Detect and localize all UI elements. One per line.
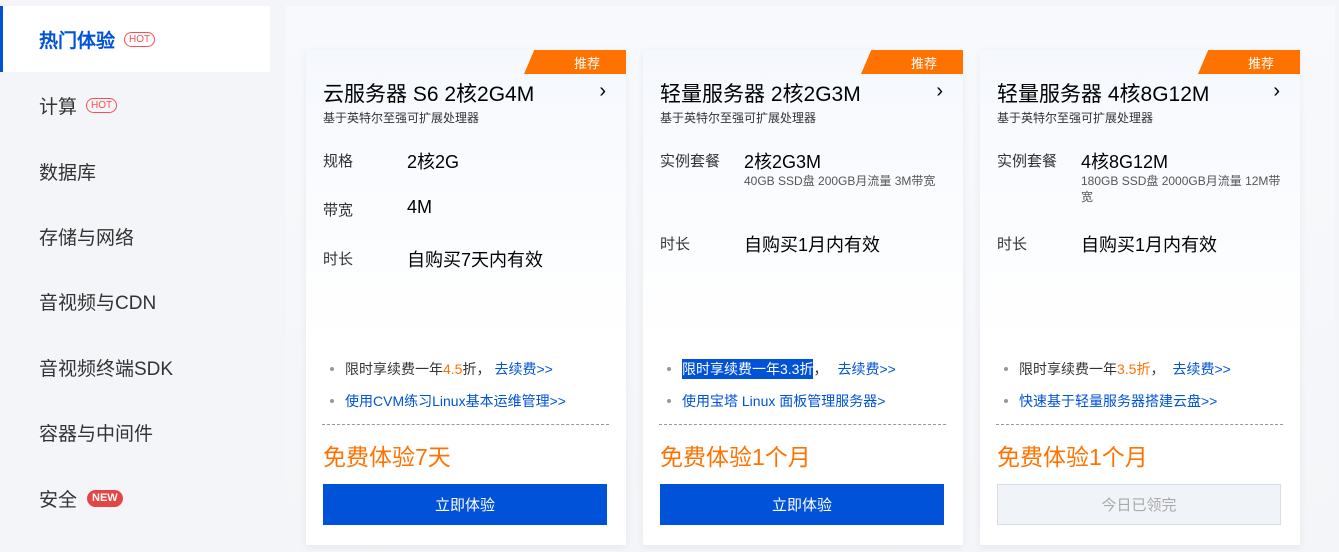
category-sidebar: 热门体验 HOT 计算 HOT 数据库 存储与网络 音视频与CDN 音视频终端S…	[0, 0, 270, 552]
spec-label: 时长	[660, 236, 691, 253]
spec-value: 4核8G12M	[1081, 152, 1169, 172]
sidebar-item-label: 计算	[39, 96, 78, 118]
sidebar-item-hot-trial[interactable]: 热门体验 HOT	[0, 6, 270, 72]
sidebar-item-container-middleware[interactable]: 容器与中间件	[0, 399, 270, 465]
card-title: 云服务器 S6 2核2G4M	[323, 83, 535, 106]
card-title: 轻量服务器 2核2G3M	[660, 83, 861, 106]
spec-value: 4M	[407, 197, 433, 217]
offer-suffix: ，	[813, 361, 828, 377]
recommend-ribbon: 推荐	[1198, 50, 1300, 74]
bullet-dot	[667, 399, 671, 403]
card-subtitle: 基于英特尔至强可扩展处理器	[323, 111, 480, 125]
chevron-right-icon[interactable]: ›	[599, 80, 606, 103]
offer-text: 限时享续费一年3.3折	[682, 359, 814, 379]
guide-item: 使用CVM练习Linux基本运维管理>>	[330, 391, 566, 411]
renew-link[interactable]: 去续费>>	[494, 359, 552, 379]
card-subtitle: 基于英特尔至强可扩展处理器	[660, 111, 817, 125]
sidebar-item-label: 音视频终端SDK	[39, 358, 174, 380]
renewal-offer: 限时享续费一年 4.5 折， 去续费>>	[330, 359, 553, 379]
sidebar-item-av-cdn[interactable]: 音视频与CDN	[0, 268, 270, 334]
product-card-lighthouse-4c8g: 推荐 轻量服务器 4核8G12M › 基于英特尔至强可扩展处理器 实例套餐 4核…	[980, 50, 1300, 545]
offer-suffix: ，	[1150, 361, 1165, 377]
recommend-ribbon: 推荐	[861, 50, 963, 74]
bullet-dot	[330, 367, 334, 371]
guide-link[interactable]: 使用宝塔 Linux 面板管理服务器>	[682, 391, 885, 411]
offer-suffix: 折，	[462, 361, 491, 377]
sidebar-item-storage-network[interactable]: 存储与网络	[0, 203, 270, 269]
product-panel: 推荐 云服务器 S6 2核2G4M › 基于英特尔至强可扩展处理器 规格 2核2…	[286, 6, 1335, 552]
sold-out-button[interactable]: 今日已领完	[997, 484, 1281, 525]
spec-value: 2核2G3M	[744, 152, 822, 172]
hot-badge: HOT	[124, 31, 156, 47]
spec-label: 时长	[997, 236, 1028, 253]
spec-label: 实例套餐	[997, 153, 1058, 170]
spec-value: 自购买1月内有效	[1081, 235, 1218, 255]
spec-label: 实例套餐	[660, 153, 721, 170]
product-card-lighthouse-2c2g: 推荐 轻量服务器 2核2G3M › 基于英特尔至强可扩展处理器 实例套餐 2核2…	[643, 50, 963, 545]
spec-value: 自购买7天内有效	[407, 250, 544, 270]
offer-text: 限时享续费一年	[1019, 361, 1117, 377]
bullet-dot	[330, 399, 334, 403]
spec-value: 2核2G	[407, 152, 460, 172]
new-badge: NEW	[87, 489, 123, 507]
dashed-divider	[996, 424, 1283, 425]
sidebar-item-label: 安全	[39, 489, 78, 511]
card-subtitle: 基于英特尔至强可扩展处理器	[997, 111, 1154, 125]
offer-price: 4.5	[443, 361, 463, 377]
dashed-divider	[322, 424, 609, 425]
renew-link[interactable]: 去续费>>	[837, 359, 895, 379]
renewal-offer: 限时享续费一年 3.5折 ， 去续费>>	[1004, 359, 1231, 379]
spec-note: 180GB SSD盘 2000GB月流量 12M带宽	[1081, 174, 1281, 204]
sidebar-item-label: 热门体验	[39, 30, 116, 52]
recommend-ribbon: 推荐	[524, 50, 626, 74]
free-trial-label: 免费体验7天	[323, 444, 451, 470]
sidebar-item-compute[interactable]: 计算 HOT	[0, 72, 270, 138]
product-card-cvm-s6: 推荐 云服务器 S6 2核2G4M › 基于英特尔至强可扩展处理器 规格 2核2…	[306, 50, 626, 545]
renewal-offer: 限时享续费一年3.3折 ， 去续费>>	[667, 359, 896, 379]
chevron-right-icon[interactable]: ›	[1273, 80, 1280, 103]
spec-label: 时长	[323, 251, 354, 268]
bullet-dot	[1004, 399, 1008, 403]
try-now-button[interactable]: 立即体验	[660, 484, 944, 525]
sidebar-item-label: 数据库	[39, 162, 97, 184]
free-trial-label: 免费体验1个月	[997, 444, 1148, 470]
sidebar-item-av-sdk[interactable]: 音视频终端SDK	[0, 334, 270, 400]
sidebar-item-label: 容器与中间件	[39, 423, 154, 445]
free-trial-label: 免费体验1个月	[660, 444, 811, 470]
sidebar-item-label: 存储与网络	[39, 227, 135, 249]
renew-link[interactable]: 去续费>>	[1172, 359, 1230, 379]
dashed-divider	[659, 424, 946, 425]
sidebar-item-database[interactable]: 数据库	[0, 138, 270, 204]
try-now-button[interactable]: 立即体验	[323, 484, 607, 525]
card-title: 轻量服务器 4核8G12M	[997, 83, 1210, 106]
spec-note: 40GB SSD盘 200GB月流量 3M带宽	[744, 174, 936, 188]
spec-label: 带宽	[323, 202, 354, 219]
guide-item: 使用宝塔 Linux 面板管理服务器>	[667, 391, 885, 411]
sidebar-item-label: 音视频与CDN	[39, 292, 157, 314]
hot-badge: HOT	[86, 97, 118, 113]
guide-link[interactable]: 使用CVM练习Linux基本运维管理>>	[345, 391, 566, 411]
main-content: 推荐 云服务器 S6 2核2G4M › 基于英特尔至强可扩展处理器 规格 2核2…	[270, 0, 1339, 552]
offer-text: 限时享续费一年	[345, 361, 443, 377]
guide-item: 快速基于轻量服务器搭建云盘>>	[1004, 391, 1217, 411]
spec-label: 规格	[323, 153, 354, 170]
spec-value: 自购买1月内有效	[744, 235, 881, 255]
guide-link[interactable]: 快速基于轻量服务器搭建云盘>>	[1019, 391, 1217, 411]
bullet-dot	[667, 367, 671, 371]
offer-price: 3.5折	[1117, 361, 1151, 377]
chevron-right-icon[interactable]: ›	[936, 80, 943, 103]
bullet-dot	[1004, 367, 1008, 371]
sidebar-item-security[interactable]: 安全 NEW	[0, 465, 270, 531]
